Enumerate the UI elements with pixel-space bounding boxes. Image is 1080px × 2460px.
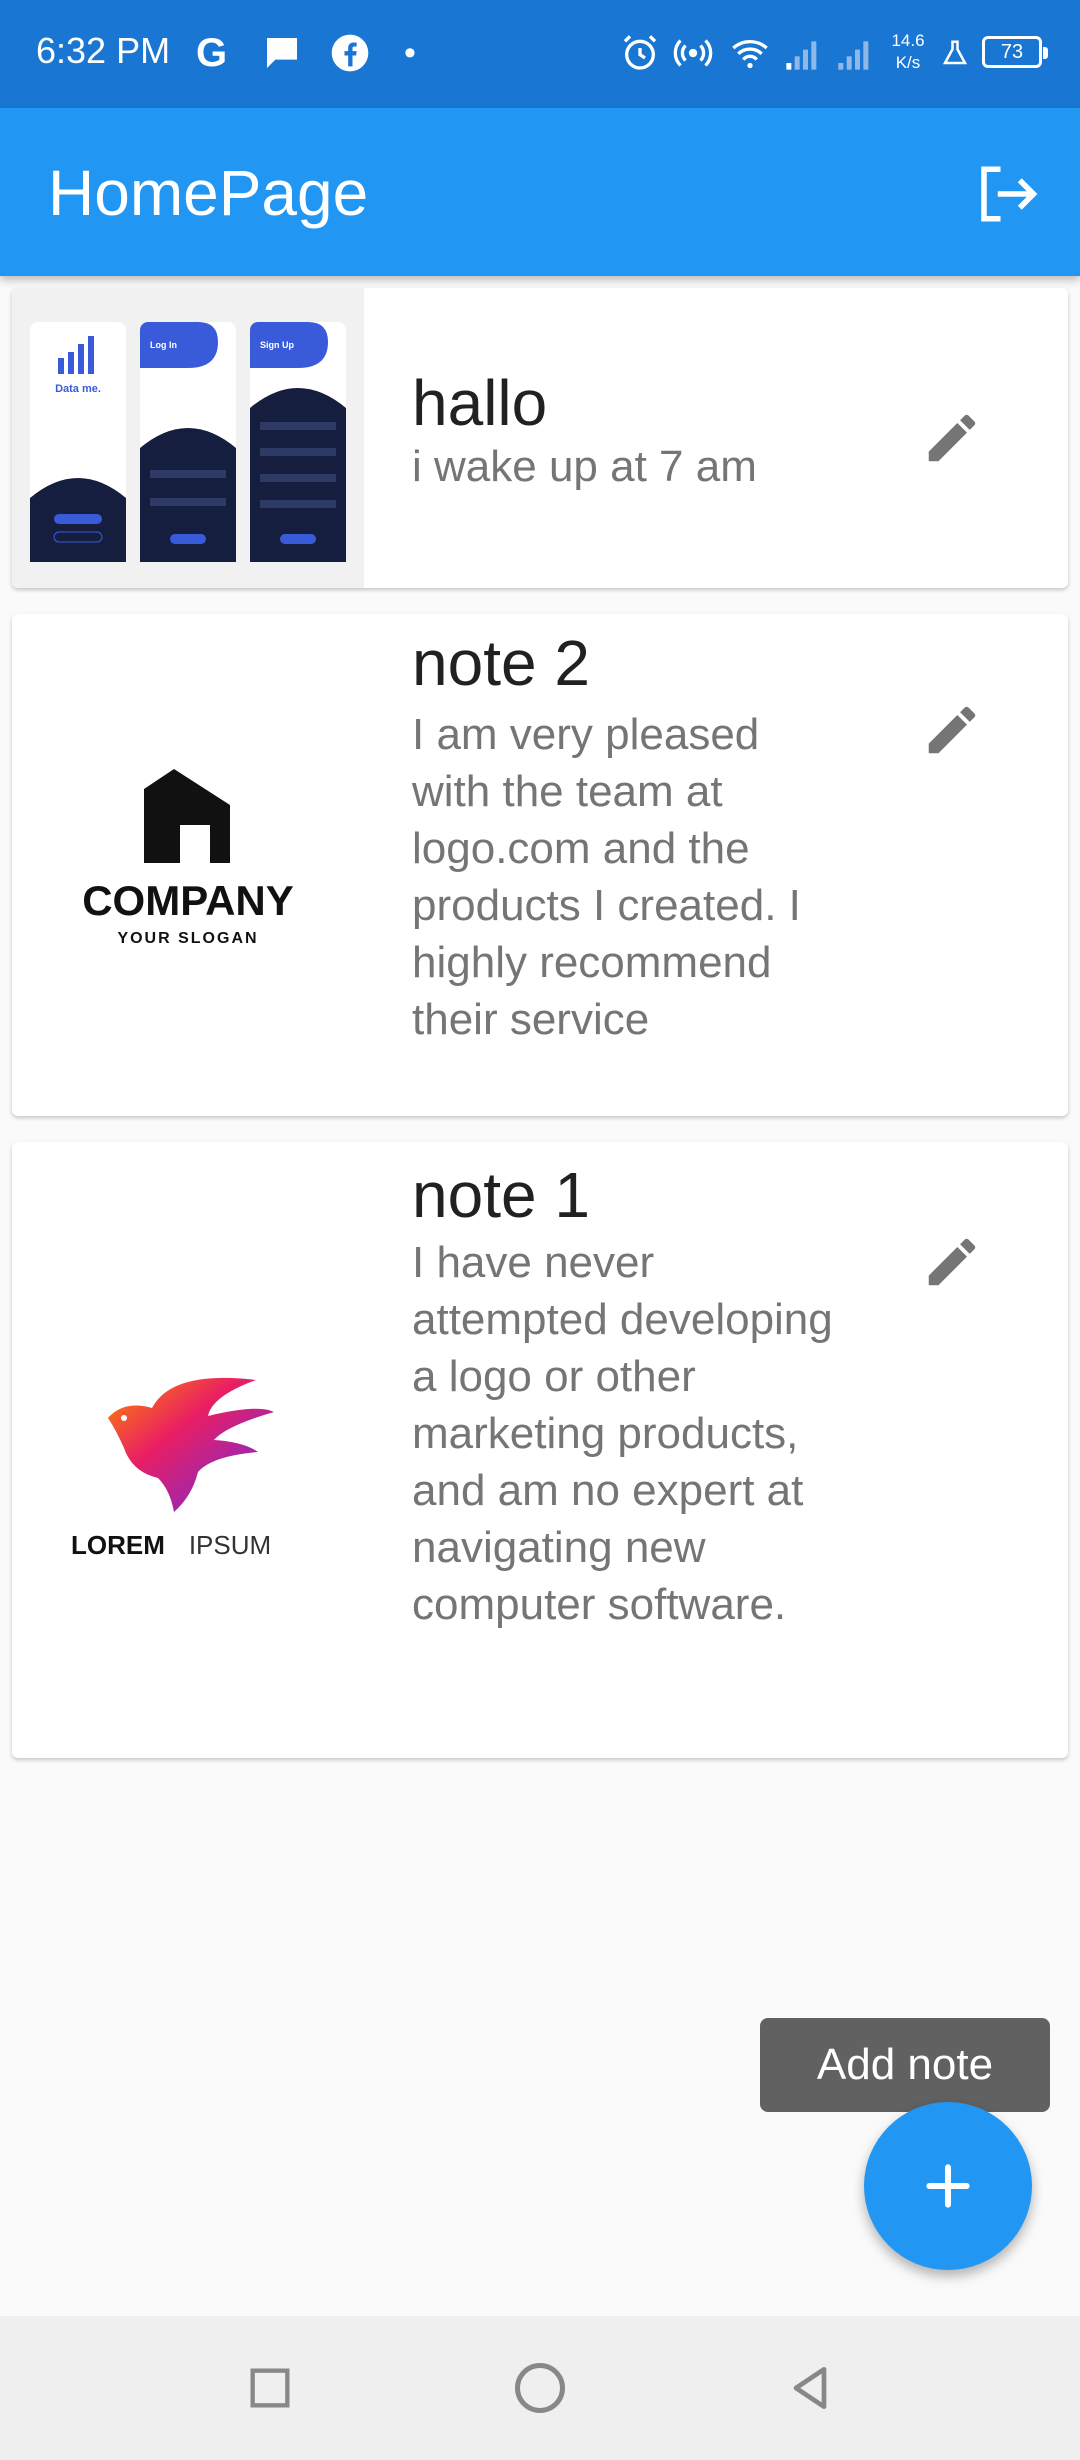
home-button[interactable] xyxy=(504,2352,576,2424)
speed-value: 14.6 xyxy=(891,31,925,50)
screen1-title: Data me. xyxy=(55,383,101,395)
alarm-icon xyxy=(620,28,660,78)
network-speed: 14.6 K/s xyxy=(886,30,930,80)
back-button[interactable] xyxy=(774,2352,846,2424)
signal-icon-2 xyxy=(832,28,878,78)
note-body: I have never attempted developing a logo… xyxy=(412,1238,833,1629)
edit-icon xyxy=(928,414,976,462)
lorem-light: IPSUM xyxy=(189,1530,271,1560)
company-name: COMPANY xyxy=(82,877,294,924)
recents-button[interactable] xyxy=(234,2352,306,2424)
hotspot-icon xyxy=(672,28,714,78)
note-body: I am very pleased with the team at logo.… xyxy=(412,710,801,1044)
battery-icon: 73 xyxy=(982,36,1048,68)
company-slogan: YOUR SLOGAN xyxy=(117,930,258,947)
edit-button[interactable] xyxy=(912,1222,992,1302)
logout-icon xyxy=(981,166,1038,222)
page-title: HomePage xyxy=(48,157,369,229)
company-logo: COMPANY YOUR SLOGAN xyxy=(12,715,364,1015)
note-thumbnail: LOREM IPSUM xyxy=(12,1142,364,1758)
note-body: i wake up at 7 am xyxy=(412,442,757,491)
google-icon: G xyxy=(196,30,228,75)
back-icon xyxy=(793,2367,827,2409)
system-nav-bar xyxy=(0,2316,1080,2460)
note-title: hallo xyxy=(412,367,548,439)
wifi-icon xyxy=(728,28,772,78)
speed-unit: K/s xyxy=(895,53,921,72)
signal-icon xyxy=(780,28,826,78)
note-card[interactable]: COMPANY YOUR SLOGAN note 2 I am very ple… xyxy=(12,614,1068,1116)
bird-logo: LOREM IPSUM xyxy=(12,1300,364,1600)
facebook-icon xyxy=(330,28,370,78)
note-title: note 1 xyxy=(412,1159,590,1231)
lorem-bold: LOREM xyxy=(71,1530,165,1560)
app-bar: HomePage xyxy=(0,108,1080,276)
dot-icon: • xyxy=(404,33,416,72)
battery-level: 73 xyxy=(1000,40,1024,63)
app-screens-thumbnail: Data me. Log In Sign Up xyxy=(12,288,364,588)
edit-icon xyxy=(928,706,976,754)
plus-icon xyxy=(926,2164,970,2208)
note-card[interactable]: LOREM IPSUM note 1 I have never attempte… xyxy=(12,1142,1068,1758)
message-icon xyxy=(262,28,302,78)
home-icon xyxy=(515,2363,565,2413)
lab-icon xyxy=(940,28,970,78)
edit-icon xyxy=(928,1238,976,1286)
note-title: note 2 xyxy=(412,627,590,699)
status-time: 6:32 PM xyxy=(36,30,171,71)
screen3-title: Sign Up xyxy=(260,340,294,350)
logout-button[interactable] xyxy=(968,156,1044,232)
note-card[interactable]: Data me. Log In Sign Up hallo i wake up … xyxy=(12,288,1068,588)
status-bar: 6:32 PM G • 14.6 K/s 73 xyxy=(0,0,1080,108)
note-thumbnail: COMPANY YOUR SLOGAN xyxy=(12,614,364,1116)
note-thumbnail: Data me. Log In Sign Up xyxy=(12,288,364,588)
fab-tooltip: Add note xyxy=(760,2018,1050,2112)
add-note-button[interactable] xyxy=(864,2102,1032,2270)
screen2-title: Log In xyxy=(150,340,177,350)
edit-button[interactable] xyxy=(912,690,992,770)
recents-icon xyxy=(250,2368,290,2408)
edit-button[interactable] xyxy=(912,398,992,478)
